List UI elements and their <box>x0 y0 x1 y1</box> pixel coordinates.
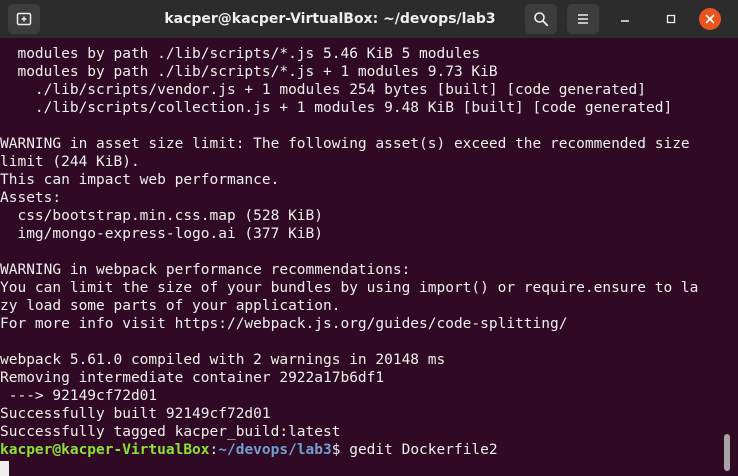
window-title: kacper@kacper-VirtualBox: ~/devops/lab3 <box>164 11 496 27</box>
minimize-icon <box>621 20 629 22</box>
search-button[interactable] <box>525 4 557 34</box>
maximize-icon <box>666 14 676 24</box>
output-line: WARNING in asset size limit: The followi… <box>0 136 690 152</box>
maximize-button[interactable] <box>660 8 682 30</box>
command-text: gedit Dockerfile2 <box>349 442 498 458</box>
prompt-user-host: kacper@kacper-VirtualBox <box>0 442 210 458</box>
search-icon <box>534 12 549 27</box>
output-line: For more info visit https://webpack.js.o… <box>0 316 568 332</box>
new-tab-icon <box>16 12 32 26</box>
hamburger-menu-icon <box>578 14 588 24</box>
text-cursor <box>0 461 9 476</box>
prompt-line: kacper@kacper-VirtualBox:~/devops/lab3$ … <box>0 441 722 459</box>
output-line: limit (244 KiB). <box>0 154 140 170</box>
output-line: css/bootstrap.min.css.map (528 KiB) <box>0 208 324 224</box>
minimize-button[interactable] <box>614 8 636 30</box>
output-line: Successfully tagged kacper_build:latest <box>0 424 341 440</box>
prompt-path: ~/devops/lab3 <box>218 442 332 458</box>
output-line: img/mongo-express-logo.ai (377 KiB) <box>0 226 324 242</box>
output-line: modules by path ./lib/scripts/*.js 5.46 … <box>0 46 481 62</box>
output-line: webpack 5.61.0 compiled with 2 warnings … <box>0 352 446 368</box>
output-line: ---> 92149cf72d01 <box>0 388 158 404</box>
terminal-output[interactable]: modules by path ./lib/scripts/*.js 5.46 … <box>0 45 722 471</box>
scrollbar-thumb[interactable] <box>724 434 730 471</box>
output-line: You can limit the size of your bundles b… <box>0 280 699 296</box>
title-bar: kacper@kacper-VirtualBox: ~/devops/lab3 <box>0 0 738 38</box>
output-line: Removing intermediate container 2922a17b… <box>0 370 385 386</box>
output-line: modules by path ./lib/scripts/*.js + 1 m… <box>0 64 498 80</box>
prompt-colon: : <box>209 442 219 458</box>
output-line: Assets: <box>0 190 62 206</box>
output-line: ./lib/scripts/collection.js + 1 modules … <box>0 100 673 116</box>
close-button[interactable] <box>699 8 721 30</box>
prompt-symbol: $ <box>331 442 350 458</box>
output-line: ./lib/scripts/vendor.js + 1 modules 254 … <box>0 82 647 98</box>
menu-button[interactable] <box>567 4 599 34</box>
terminal-window: kacper@kacper-VirtualBox: ~/devops/lab3 <box>0 0 738 476</box>
output-line: This can impact web performance. <box>0 172 280 188</box>
output-line: zy load some parts of your application. <box>0 298 341 314</box>
new-tab-button[interactable] <box>8 4 40 34</box>
output-line: WARNING in webpack performance recommend… <box>0 262 411 278</box>
output-line: Successfully built 92149cf72d01 <box>0 406 271 422</box>
close-icon <box>705 14 715 24</box>
